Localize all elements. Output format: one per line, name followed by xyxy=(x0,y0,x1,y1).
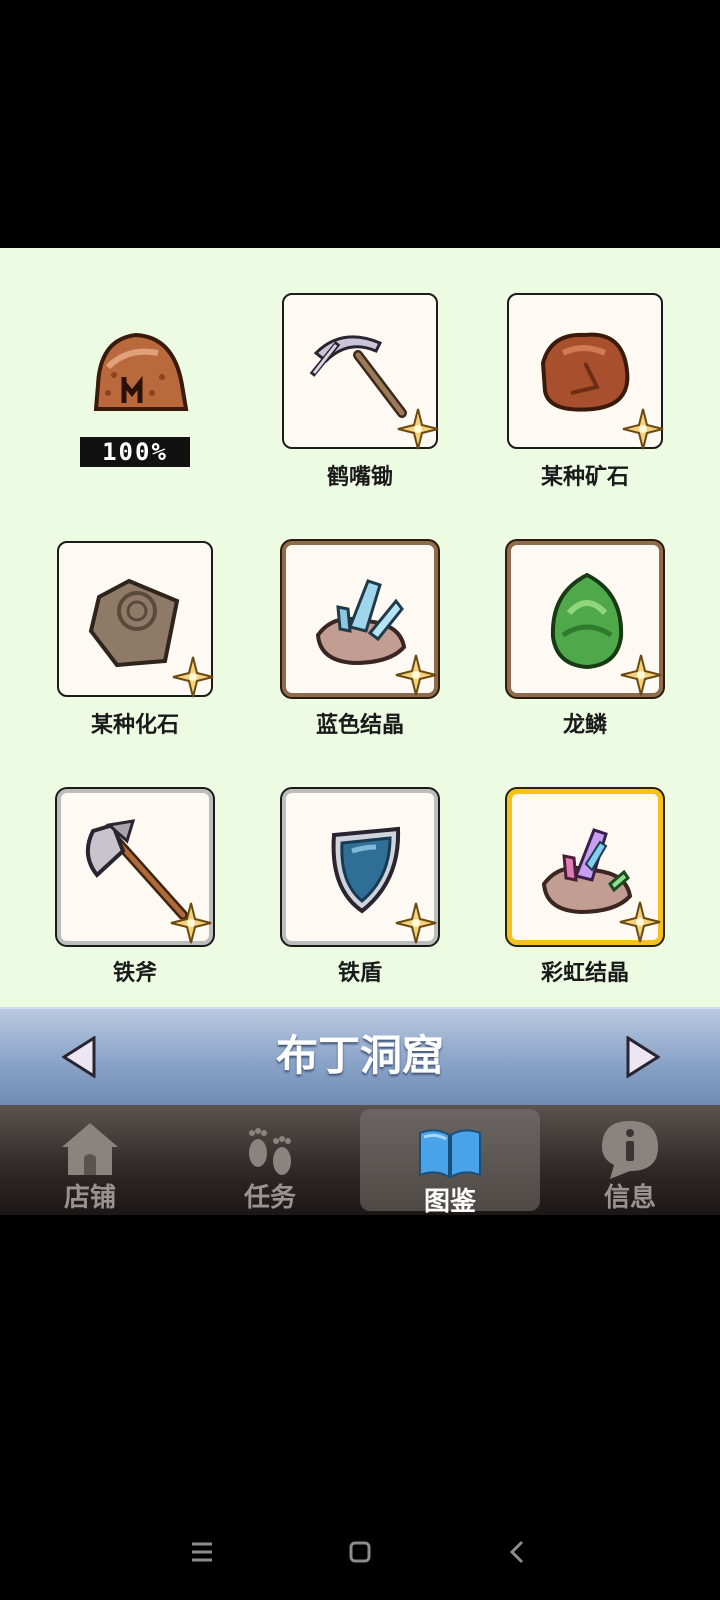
tab-encyclopedia[interactable]: 图鉴 xyxy=(360,1109,540,1216)
tab-shop[interactable]: 店铺 xyxy=(0,1105,180,1215)
sparkle-icon xyxy=(620,654,662,696)
item-card[interactable] xyxy=(282,293,439,450)
sparkle-icon xyxy=(397,408,439,450)
sparkle-icon xyxy=(619,901,661,943)
tab-quests[interactable]: 任务 xyxy=(180,1105,360,1215)
item-card[interactable] xyxy=(57,789,213,945)
item-name: 彩虹结晶 xyxy=(540,960,629,985)
sparkle-icon xyxy=(172,656,214,698)
item-name: 铁斧 xyxy=(112,960,157,985)
item-name: 某种矿石 xyxy=(540,464,629,489)
footprints-icon xyxy=(249,1128,291,1175)
item-name: 龙鳞 xyxy=(562,712,607,737)
item-card[interactable] xyxy=(57,541,214,698)
back-icon[interactable] xyxy=(498,1532,538,1572)
sparkle-icon xyxy=(395,902,437,944)
completion-percent: 100% xyxy=(80,437,190,467)
item-name: 某种化石 xyxy=(90,712,179,737)
system-navigation-bar xyxy=(0,1520,720,1590)
sparkle-icon xyxy=(395,654,437,696)
menu-icon[interactable] xyxy=(182,1532,222,1572)
tab-label: 店铺 xyxy=(63,1182,116,1212)
item-card[interactable] xyxy=(507,541,663,697)
item-name: 蓝色结晶 xyxy=(315,712,404,737)
triangle-right-icon[interactable] xyxy=(624,1036,660,1078)
top-black-area xyxy=(0,0,720,248)
bottom-tab-bar: 店铺 任务 图鉴 信息 xyxy=(0,1105,720,1216)
item-card[interactable] xyxy=(282,789,438,945)
sparkle-icon xyxy=(170,902,212,944)
item-name: 鹤嘴锄 xyxy=(326,464,393,489)
item-card[interactable] xyxy=(507,293,664,450)
home-square-icon[interactable] xyxy=(340,1532,380,1572)
sparkle-icon xyxy=(622,408,664,450)
item-name: 铁盾 xyxy=(337,960,382,985)
item-card[interactable] xyxy=(507,789,663,945)
tab-info[interactable]: 信息 xyxy=(540,1105,720,1215)
book-icon xyxy=(419,1129,481,1179)
info-bubble-icon xyxy=(602,1121,658,1179)
item-card[interactable] xyxy=(282,541,438,697)
tab-label: 任务 xyxy=(243,1182,296,1212)
tab-label: 信息 xyxy=(603,1182,656,1212)
tab-label: 图鉴 xyxy=(423,1186,476,1216)
area-title: 布丁洞窟 xyxy=(275,1032,444,1079)
home-icon xyxy=(62,1123,118,1175)
